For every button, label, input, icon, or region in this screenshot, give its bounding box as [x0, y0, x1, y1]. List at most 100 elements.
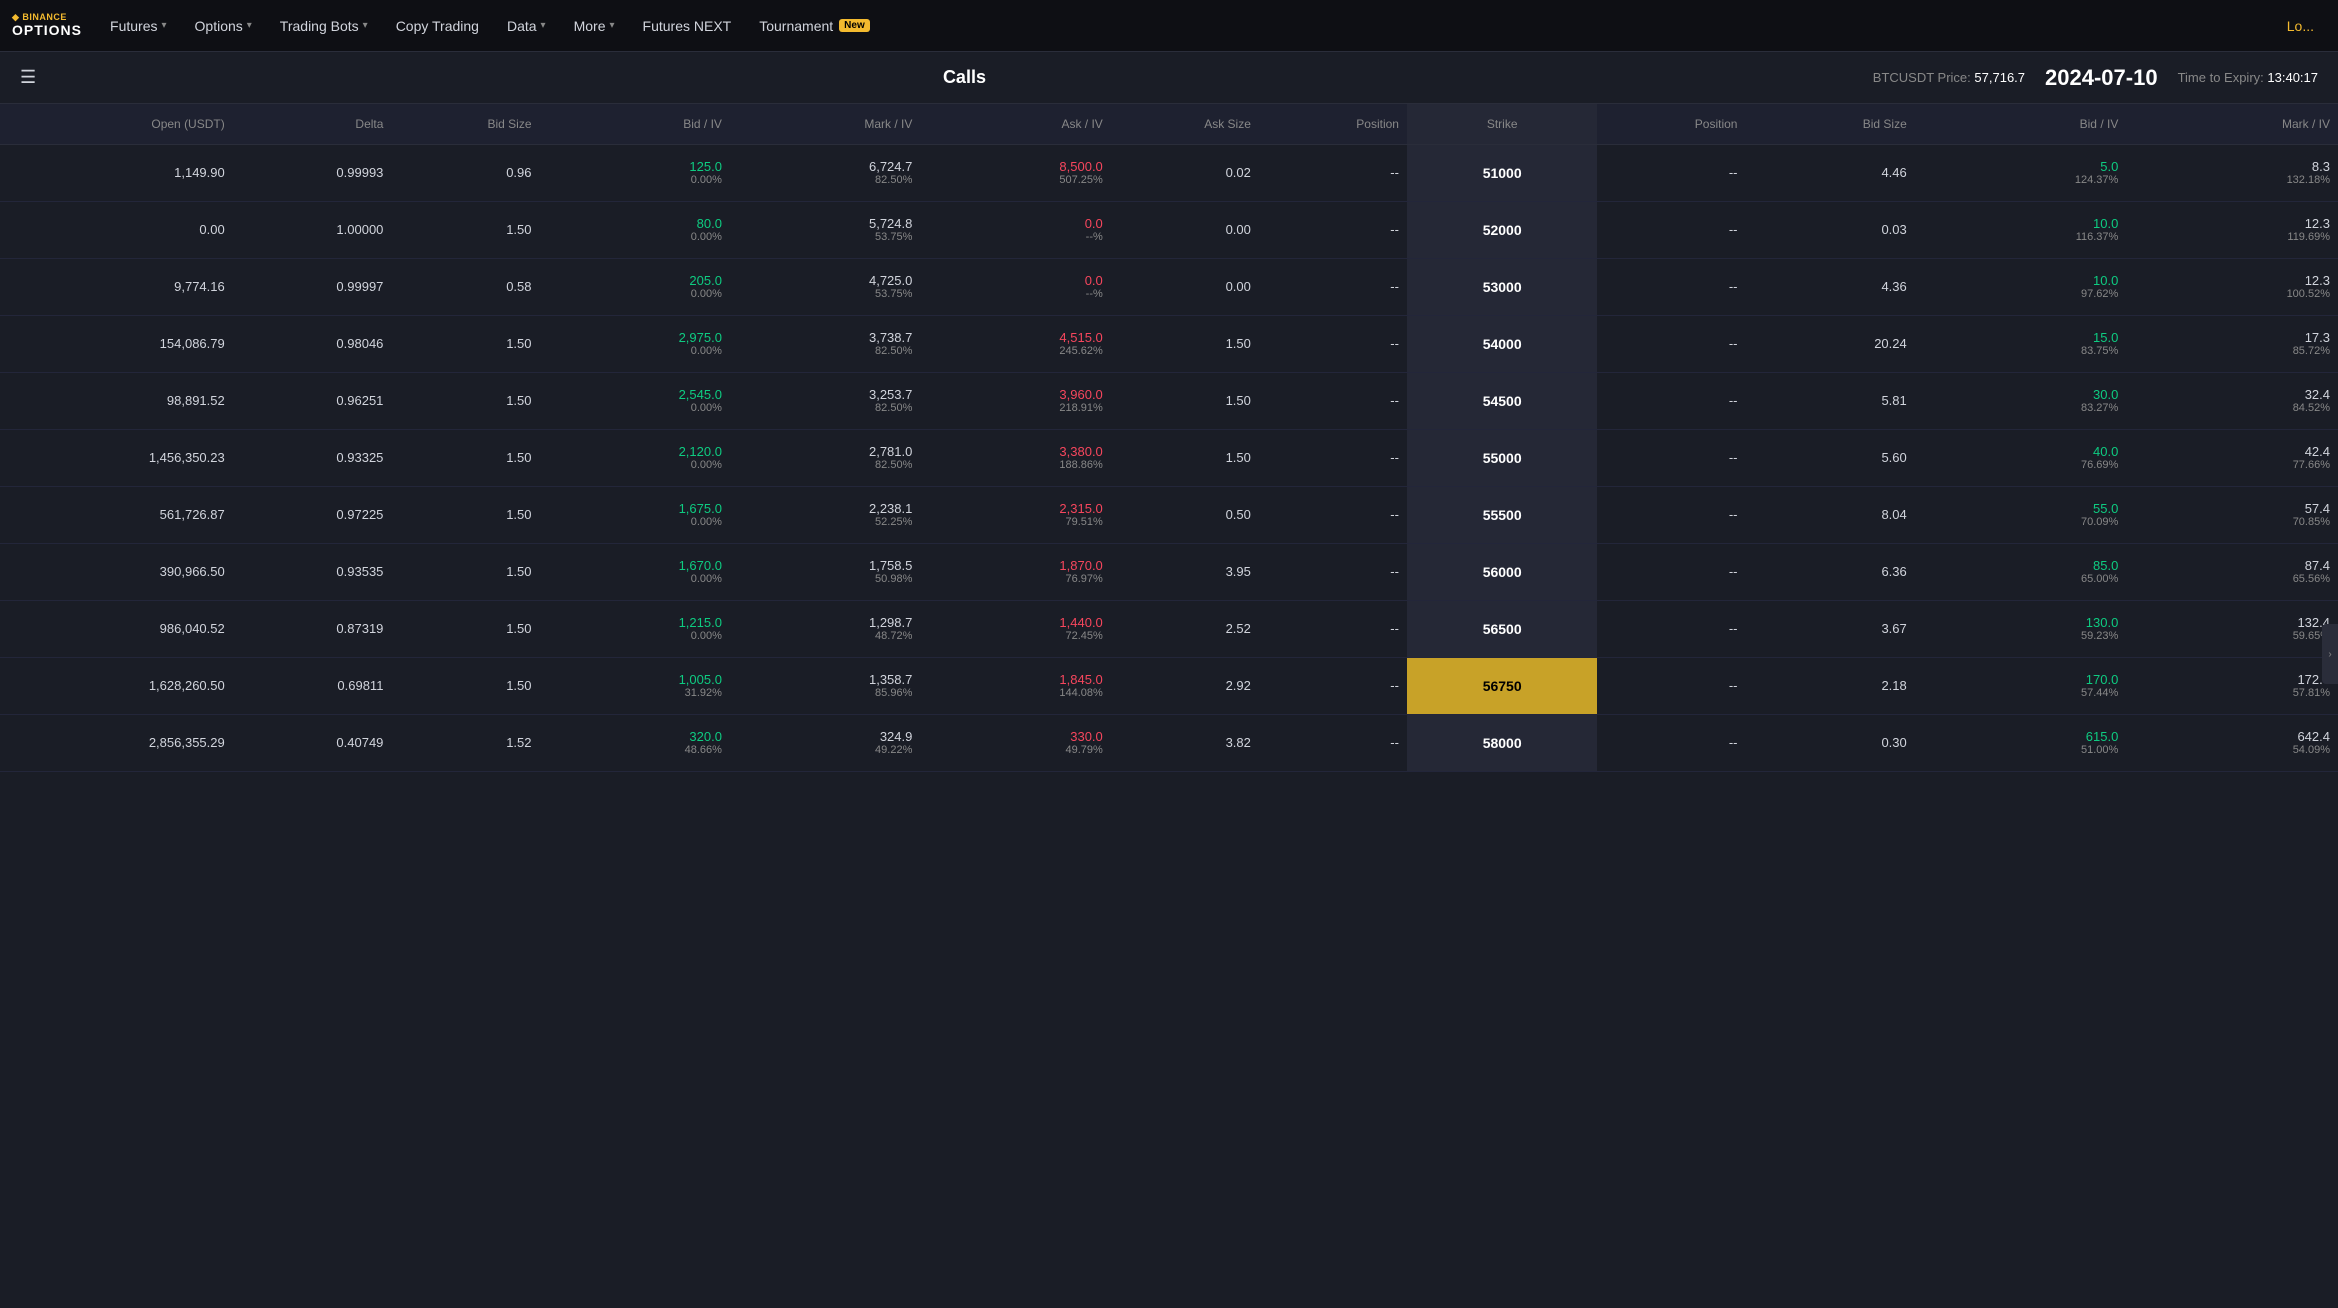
- nav-tournament[interactable]: Tournament New: [747, 12, 882, 40]
- position-l: --: [1259, 714, 1407, 771]
- ask-size: 2.52: [1111, 600, 1259, 657]
- bid-size: 1.50: [391, 600, 539, 657]
- header-position-r: Position: [1597, 104, 1745, 144]
- mark-iv-r: 42.477.66%: [2126, 429, 2338, 486]
- open-usdt: 986,040.52: [0, 600, 233, 657]
- position-l: --: [1259, 429, 1407, 486]
- bid-iv-r: 170.057.44%: [1915, 657, 2127, 714]
- position-l: --: [1259, 315, 1407, 372]
- open-usdt: 1,456,350.23: [0, 429, 233, 486]
- table-row[interactable]: 1,456,350.23 0.93325 1.50 2,120.00.00% 2…: [0, 429, 2338, 486]
- table-row[interactable]: 1,628,260.50 0.69811 1.50 1,005.031.92% …: [0, 657, 2338, 714]
- table-row[interactable]: 0.00 1.00000 1.50 80.00.00% 5,724.853.75…: [0, 201, 2338, 258]
- ask-iv: 3,960.0218.91%: [920, 372, 1110, 429]
- bid-size-r: 4.46: [1745, 144, 1914, 201]
- ask-size: 0.00: [1111, 201, 1259, 258]
- mark-iv: 6,724.782.50%: [730, 144, 920, 201]
- ask-iv: 1,845.0144.08%: [920, 657, 1110, 714]
- position-r: --: [1597, 258, 1745, 315]
- delta: 0.93535: [233, 543, 392, 600]
- table-row[interactable]: 98,891.52 0.96251 1.50 2,545.00.00% 3,25…: [0, 372, 2338, 429]
- mark-iv-r: 132.459.65%: [2126, 600, 2338, 657]
- position-r: --: [1597, 600, 1745, 657]
- options-table: Open (USDT) Delta Bid Size Bid / IV Mark…: [0, 104, 2338, 772]
- mark-iv-r: 12.3119.69%: [2126, 201, 2338, 258]
- open-usdt: 9,774.16: [0, 258, 233, 315]
- chevron-down-icon: ▾: [161, 20, 166, 31]
- nav-more[interactable]: More ▾: [562, 12, 627, 40]
- nav-copy-trading[interactable]: Copy Trading: [384, 12, 491, 40]
- ask-size: 0.02: [1111, 144, 1259, 201]
- navbar: ◆ BINANCE OPTIONS Futures ▾ Options ▾ Tr…: [0, 0, 2338, 52]
- ask-iv: 0.0--%: [920, 201, 1110, 258]
- ask-size: 1.50: [1111, 372, 1259, 429]
- bid-iv: 205.00.00%: [540, 258, 730, 315]
- bid-size-r: 5.60: [1745, 429, 1914, 486]
- delta: 1.00000: [233, 201, 392, 258]
- table-row[interactable]: 154,086.79 0.98046 1.50 2,975.00.00% 3,7…: [0, 315, 2338, 372]
- mark-iv: 5,724.853.75%: [730, 201, 920, 258]
- ask-size: 0.00: [1111, 258, 1259, 315]
- bid-iv-r: 615.051.00%: [1915, 714, 2127, 771]
- open-usdt: 0.00: [0, 201, 233, 258]
- mark-iv-r: 17.385.72%: [2126, 315, 2338, 372]
- logo-bottom: OPTIONS: [12, 23, 82, 38]
- bid-iv-r: 5.0124.37%: [1915, 144, 2127, 201]
- nav-data[interactable]: Data ▾: [495, 12, 558, 40]
- bid-iv: 320.048.66%: [540, 714, 730, 771]
- mark-iv: 1,358.785.96%: [730, 657, 920, 714]
- position-l: --: [1259, 258, 1407, 315]
- bid-iv: 2,120.00.00%: [540, 429, 730, 486]
- table-row[interactable]: 1,149.90 0.99993 0.96 125.00.00% 6,724.7…: [0, 144, 2338, 201]
- table-row[interactable]: 2,856,355.29 0.40749 1.52 320.048.66% 32…: [0, 714, 2338, 771]
- mark-iv: 1,298.748.72%: [730, 600, 920, 657]
- strike: 55000: [1407, 429, 1597, 486]
- nav-options[interactable]: Options ▾: [183, 12, 264, 40]
- bid-size: 0.58: [391, 258, 539, 315]
- bid-size-r: 6.36: [1745, 543, 1914, 600]
- table-row[interactable]: 561,726.87 0.97225 1.50 1,675.00.00% 2,2…: [0, 486, 2338, 543]
- page-title: Calls: [56, 67, 1873, 88]
- position-l: --: [1259, 657, 1407, 714]
- ask-iv: 1,870.076.97%: [920, 543, 1110, 600]
- position-r: --: [1597, 372, 1745, 429]
- logo[interactable]: ◆ BINANCE OPTIONS: [12, 13, 82, 38]
- nav-trading-bots[interactable]: Trading Bots ▾: [268, 12, 380, 40]
- mark-iv-r: 57.470.85%: [2126, 486, 2338, 543]
- bid-size: 1.50: [391, 372, 539, 429]
- position-l: --: [1259, 600, 1407, 657]
- ask-size: 3.82: [1111, 714, 1259, 771]
- price-info: BTCUSDT Price: 57,716.7 2024-07-10 Time …: [1873, 65, 2318, 91]
- header-strike: Strike: [1407, 104, 1597, 144]
- menu-icon[interactable]: ☰: [20, 67, 36, 88]
- nav-futures[interactable]: Futures ▾: [98, 12, 179, 40]
- position-r: --: [1597, 315, 1745, 372]
- bid-size: 1.50: [391, 543, 539, 600]
- open-usdt: 154,086.79: [0, 315, 233, 372]
- strike: 56500: [1407, 600, 1597, 657]
- bid-size-r: 0.03: [1745, 201, 1914, 258]
- bid-iv: 80.00.00%: [540, 201, 730, 258]
- mark-iv-r: 8.3132.18%: [2126, 144, 2338, 201]
- header-bid-size: Bid Size: [391, 104, 539, 144]
- chevron-down-icon: ▾: [363, 20, 368, 31]
- mark-iv-r: 32.484.52%: [2126, 372, 2338, 429]
- nav-futures-next[interactable]: Futures NEXT: [631, 12, 744, 40]
- table-row[interactable]: 390,966.50 0.93535 1.50 1,670.00.00% 1,7…: [0, 543, 2338, 600]
- position-r: --: [1597, 429, 1745, 486]
- table-row[interactable]: 986,040.52 0.87319 1.50 1,215.00.00% 1,2…: [0, 600, 2338, 657]
- scroll-indicator[interactable]: ›: [2322, 624, 2338, 684]
- bid-size-r: 0.30: [1745, 714, 1914, 771]
- header-position: Position: [1259, 104, 1407, 144]
- delta: 0.40749: [233, 714, 392, 771]
- nav-login[interactable]: Lo...: [2275, 12, 2326, 40]
- bid-size-r: 3.67: [1745, 600, 1914, 657]
- ask-iv: 2,315.079.51%: [920, 486, 1110, 543]
- table-header: Open (USDT) Delta Bid Size Bid / IV Mark…: [0, 104, 2338, 144]
- strike: 55500: [1407, 486, 1597, 543]
- table-row[interactable]: 9,774.16 0.99997 0.58 205.00.00% 4,725.0…: [0, 258, 2338, 315]
- mark-iv: 4,725.053.75%: [730, 258, 920, 315]
- bid-size: 1.50: [391, 429, 539, 486]
- open-usdt: 98,891.52: [0, 372, 233, 429]
- open-usdt: 2,856,355.29: [0, 714, 233, 771]
